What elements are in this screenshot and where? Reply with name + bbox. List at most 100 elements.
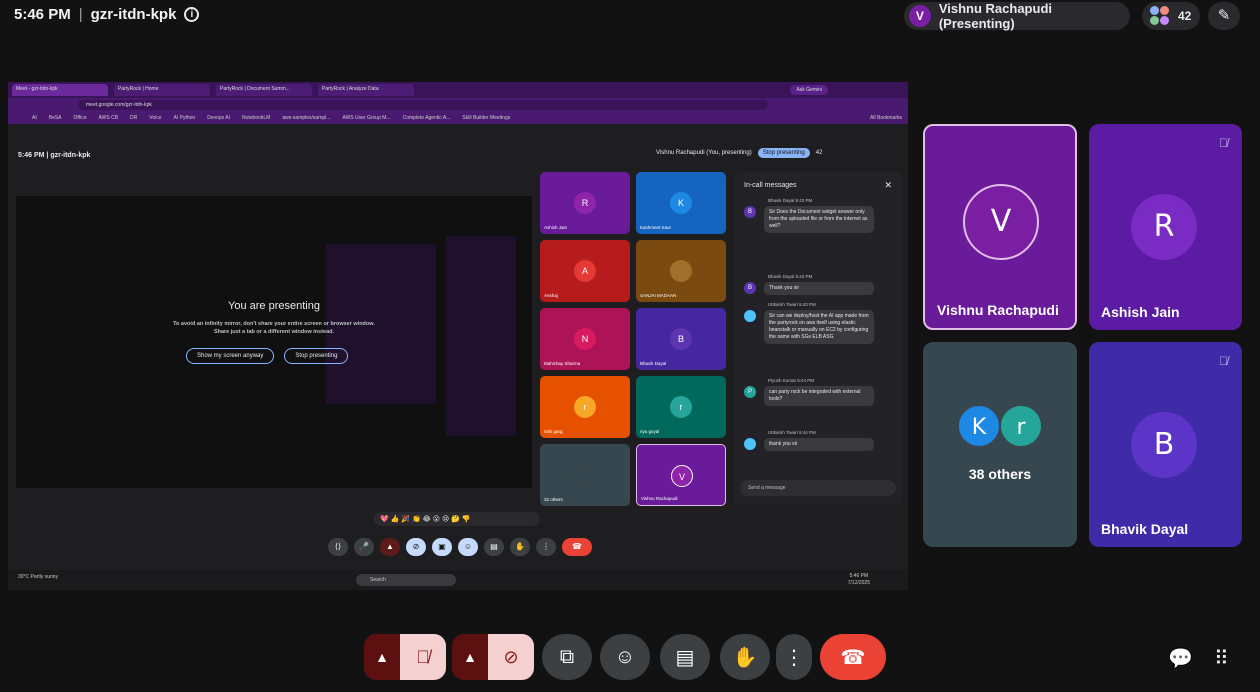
browser-tab[interactable]: PartyRock | Document Summ... [216, 84, 312, 96]
taskbar-clock: 5:46 PM 7/12/2025 [848, 573, 870, 587]
browser-tab[interactable]: PartyRock | Analyze Data [318, 84, 414, 96]
bookmark[interactable]: Voice [149, 115, 161, 121]
chat-icon[interactable]: 💬 [1168, 646, 1193, 671]
inner-caption-button[interactable]: ⟨⟩ [328, 538, 348, 556]
inner-hand-icon[interactable]: ✋ [510, 538, 530, 556]
bookmark[interactable]: aws-samples/sampl... [282, 115, 330, 121]
ask-gemini-button[interactable]: Ask Gemini [790, 85, 828, 95]
mini-participant-tile[interactable]: A Anshaj [540, 240, 630, 302]
chat-sender: Bhavik Dayal 5:43 PM [768, 274, 813, 279]
participant-tile-others[interactable]: K r 38 others [923, 342, 1077, 547]
participant-count: 42 [1178, 9, 1192, 23]
bookmark[interactable]: NotebookLM [242, 115, 270, 121]
bookmark[interactable]: AWS CB [99, 115, 119, 121]
avatar: A [574, 260, 596, 282]
mini-participant-tile[interactable]: B Bhavik Dayal [636, 308, 726, 370]
bookmark[interactable]: Office [74, 115, 87, 121]
avatar: B [744, 282, 756, 294]
avatar: R [1131, 194, 1197, 260]
browser-tab[interactable]: Meet - gzr-itdn-kpk [12, 84, 108, 96]
mic-off-icon[interactable]: 🎙̸ [400, 634, 446, 680]
end-call-icon[interactable]: ☎ [820, 634, 886, 680]
avatar: r [670, 396, 692, 418]
inner-meet-view: 5:46 PM | gzr-itdn-kpk Vishnu Rachapudi … [8, 124, 908, 590]
others-count: 38 others [968, 466, 1032, 482]
presenting-subtitle-line: Share just a tab or a different window i… [213, 329, 335, 335]
presenter-pill[interactable]: V Vishnu Rachapudi (Presenting) [904, 1, 1130, 31]
bookmark[interactable]: Skill Builder Meetings [462, 115, 510, 121]
url-field[interactable]: meet.google.com/gzr-itdn-kpk [78, 100, 768, 110]
mini-participant-tile[interactable]: 32 others [540, 444, 630, 506]
chat-panel: In-call messages ✕ B Bhavik Dayal 5:42 PM… [734, 172, 902, 504]
weather-widget[interactable]: 30°C Partly sunny [18, 574, 58, 580]
mini-participant-name: 32 others [544, 497, 563, 502]
bookmark[interactable]: AWS User Group M... [342, 115, 390, 121]
mini-participant-name: Anshaj [544, 293, 558, 298]
chat-bubble: Sir Does the Document widget answer only… [764, 206, 874, 233]
shared-screen: Meet - gzr-itdn-kpk PartyRock | Home Par… [8, 82, 908, 590]
inner-mic-button[interactable]: 🎤 [354, 538, 374, 556]
mini-participant-tile[interactable]: V Vishnu Rachapudi [636, 444, 726, 506]
avatar: V [671, 465, 693, 487]
participant-tile-presenter[interactable]: V Vishnu Rachapudi [923, 124, 1077, 330]
bookmark[interactable]: All Bookmarks [870, 115, 902, 121]
mic-options-chevron-icon[interactable]: ▲ [364, 634, 400, 680]
people-button[interactable]: 42 [1142, 2, 1200, 30]
inner-emoji-icon[interactable]: ☺ [458, 538, 478, 556]
mini-participant-name: Mahichay Sharma [544, 361, 581, 366]
inner-present-icon[interactable]: ▣ [432, 538, 452, 556]
participant-name: Ashish Jain [1101, 304, 1180, 320]
presenting-subtitle-line: To avoid an infinity mirror, don't share… [173, 321, 375, 327]
mini-participant-tile[interactable]: SANJAI MADAAN [636, 240, 726, 302]
close-icon[interactable]: ✕ [884, 180, 892, 191]
inner-presenter: Vishnu Rachapudi (You, presenting) [656, 150, 752, 156]
raise-hand-icon[interactable]: ✋ [720, 634, 770, 680]
present-screen-icon[interactable]: ⧉ [542, 634, 592, 680]
emoji-icon[interactable]: ☺ [600, 634, 650, 680]
mini-participant-tile[interactable]: r rishi garg [540, 376, 630, 438]
mini-participant-tile[interactable]: K Kashmeet Kaur [636, 172, 726, 234]
participant-tile[interactable]: 🎙̸ B Bhavik Dayal [1089, 342, 1242, 547]
inner-end-call-icon[interactable]: ☎ [562, 538, 592, 556]
mini-participant-tile[interactable]: R Ashish Jain [540, 172, 630, 234]
reaction-bar[interactable]: 💖 👍 🎉 👏 😂 😮 😢 🤔 👎 [374, 512, 540, 526]
captions-icon[interactable]: ▤ [660, 634, 710, 680]
info-icon[interactable]: i [184, 7, 200, 22]
avatar: P [744, 386, 756, 398]
inner-stop-presenting-button[interactable]: Stop presenting [757, 148, 810, 158]
browser-tab[interactable]: PartyRock | Home [114, 84, 210, 96]
avatar [670, 260, 692, 282]
mini-participant-tile[interactable]: N Mahichay Sharma [540, 308, 630, 370]
show-screen-anyway-button[interactable]: Show my screen anyway [186, 348, 275, 364]
bookmark[interactable]: Complete Agentic A... [403, 115, 451, 121]
pen-icon[interactable]: ✎ [1208, 2, 1240, 30]
more-options-icon[interactable]: ⋮ [776, 634, 812, 680]
chat-sender: Uttkarsh Tiwari 5:43 PM [768, 302, 816, 307]
bookmark[interactable]: DR [130, 115, 137, 121]
avatar: B [670, 328, 692, 350]
activities-grid-icon[interactable]: ⠿ [1214, 646, 1229, 671]
bookmark[interactable]: BeSA [49, 115, 62, 121]
participant-tile[interactable]: 🎙̸ R Ashish Jain [1089, 124, 1242, 330]
chat-input[interactable]: Send a message [740, 480, 896, 496]
inner-more-icon[interactable]: ⋮ [536, 538, 556, 556]
inner-camera-off-icon[interactable]: ⊘ [406, 538, 426, 556]
inner-camera-toggle[interactable]: ▲ [380, 538, 400, 556]
bookmark[interactable]: Devops AI [207, 115, 230, 121]
chat-title: In-call messages [744, 182, 797, 189]
mini-participant-tile[interactable]: r riya goyal [636, 376, 726, 438]
clock-time: 5:46 PM [14, 6, 71, 23]
chat-bubble: can party rock be integrated with extern… [764, 386, 874, 406]
stop-presenting-button[interactable]: Stop presenting [284, 348, 349, 364]
bookmark[interactable]: AI [32, 115, 37, 121]
taskbar-search[interactable]: Search [356, 574, 456, 586]
call-controls: ▲ 🎙̸ ▲ ⊘ ⧉ ☺ ▤ ✋ ⋮ ☎ [0, 634, 1260, 682]
camera-options-chevron-icon[interactable]: ▲ [452, 634, 488, 680]
inner-captions-icon[interactable]: ▤ [484, 538, 504, 556]
bookmark[interactable]: AI Python [174, 115, 196, 121]
mic-control: ▲ 🎙̸ [364, 634, 446, 680]
camera-off-icon[interactable]: ⊘ [488, 634, 534, 680]
avatar: K [957, 404, 1001, 448]
chat-sender: Piyush Kumar 5:44 PM [768, 378, 815, 383]
mini-participant-name: Bhavik Dayal [640, 361, 667, 366]
